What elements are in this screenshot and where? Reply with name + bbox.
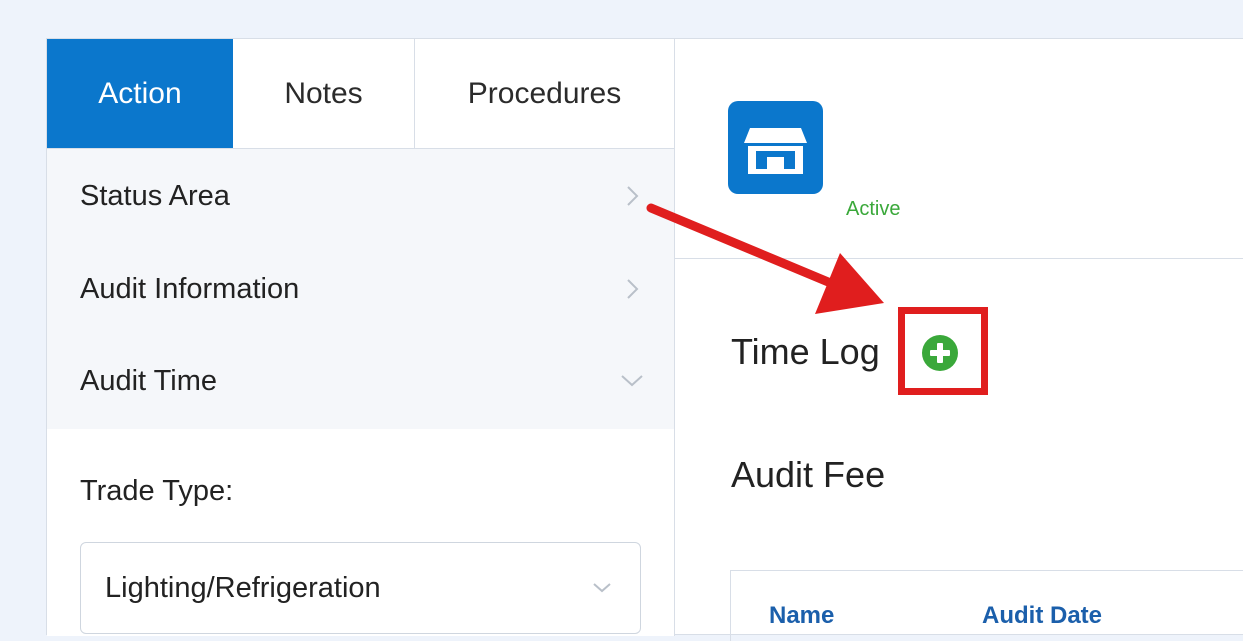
accordion-label: Status Area — [80, 179, 230, 212]
accordion-audit-time[interactable]: Audit Time — [47, 335, 674, 427]
accordion-audit-information[interactable]: Audit Information — [47, 243, 674, 335]
chevron-right-icon — [627, 186, 639, 206]
chevron-down-icon — [593, 583, 611, 593]
trade-type-value: Lighting/Refrigeration — [105, 571, 381, 604]
chevron-right-icon — [627, 279, 639, 299]
time-log-heading: Time Log — [731, 331, 880, 372]
accordion: Status Area Audit Information Audit Time — [47, 149, 674, 429]
audit-window: Action Notes Procedures Status Area Audi… — [46, 38, 1243, 641]
status-badge: Active — [846, 198, 901, 220]
audit-fee-heading: Audit Fee — [731, 454, 886, 495]
column-header-audit-date[interactable]: Audit Date — [982, 602, 1102, 630]
column-header-name[interactable]: Name — [769, 602, 834, 630]
accordion-label: Audit Information — [80, 272, 300, 305]
trade-type-select[interactable]: Lighting/Refrigeration — [80, 542, 641, 634]
accordion-status-area[interactable]: Status Area — [47, 149, 674, 243]
store-icon — [728, 101, 823, 194]
tab-bar: Action Notes Procedures — [47, 39, 674, 149]
right-panel: Active Time Log Audit Fee Name Audit Dat… — [675, 39, 1243, 641]
tab-procedures[interactable]: Procedures — [415, 39, 674, 148]
trade-type-label: Trade Type: — [80, 475, 234, 507]
annotation-highlight-box — [898, 307, 988, 395]
audit-fee-table: Name Audit Date — [730, 570, 1243, 641]
chevron-down-icon — [621, 375, 643, 387]
tab-action[interactable]: Action — [47, 39, 233, 148]
left-panel: Action Notes Procedures Status Area Audi… — [47, 39, 675, 636]
tab-notes[interactable]: Notes — [233, 39, 415, 148]
record-header: Active — [675, 39, 1243, 259]
accordion-label: Audit Time — [80, 364, 217, 397]
